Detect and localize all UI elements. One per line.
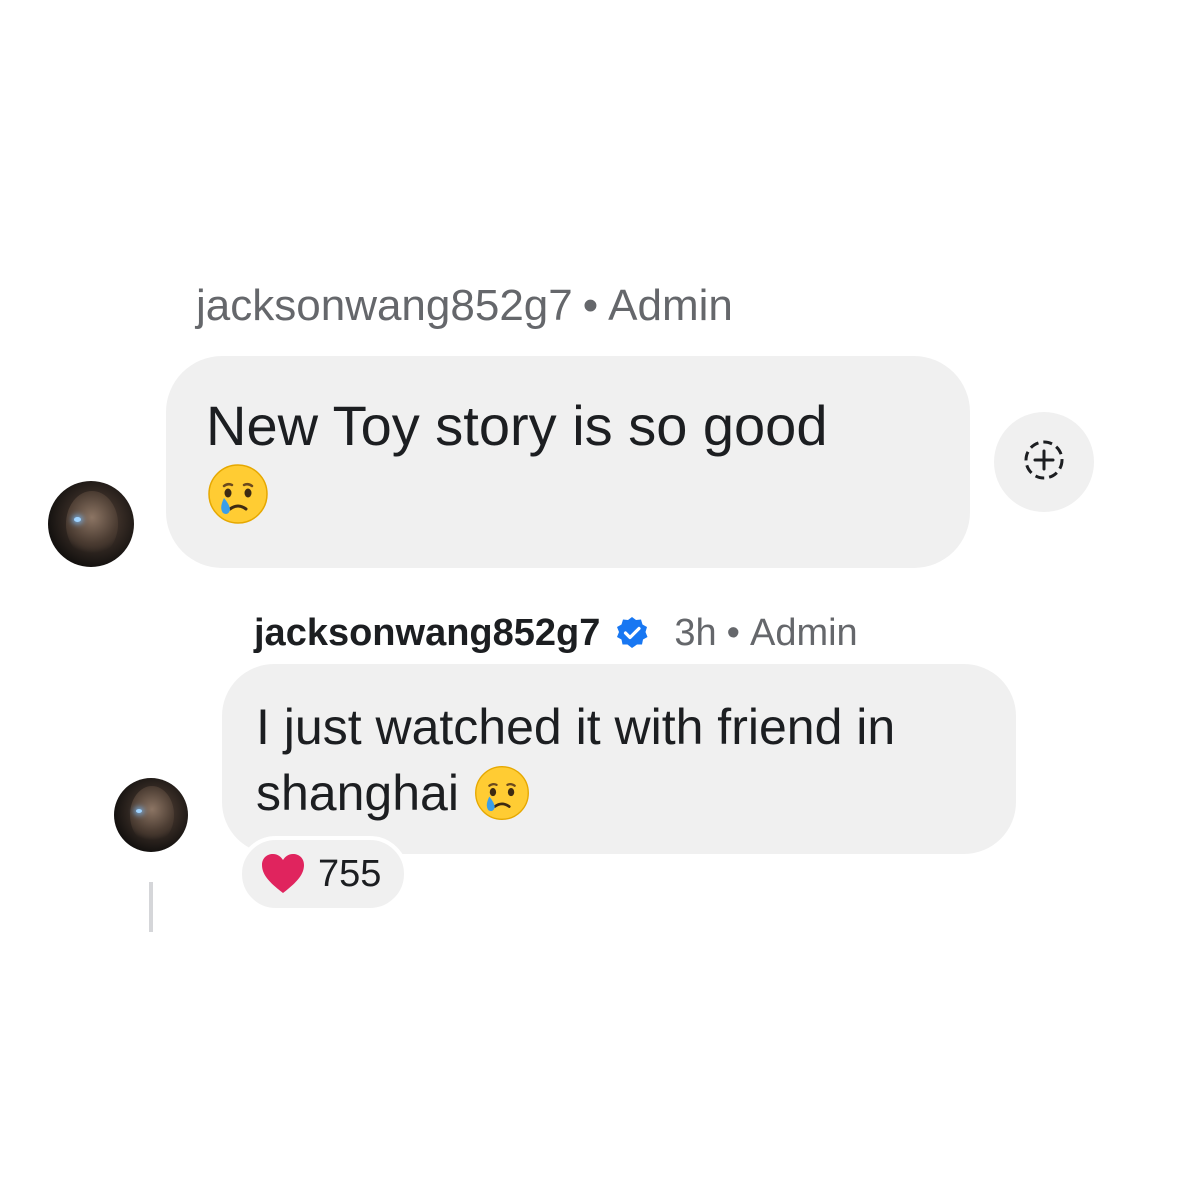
- reply-separator: •: [726, 611, 740, 654]
- thread-line: [149, 882, 153, 932]
- add-reaction-button[interactable]: [994, 412, 1094, 512]
- reaction-count: 755: [318, 852, 382, 895]
- reply-bubble[interactable]: I just watched it with friend in shangha…: [222, 664, 1016, 854]
- reply-text-line1: I just watched it with friend in: [256, 699, 896, 755]
- crying-face-icon: [473, 764, 531, 822]
- add-reaction-icon: [1019, 435, 1069, 490]
- comment-header: jacksonwang852g7 • Admin: [196, 280, 733, 332]
- comment-bubble[interactable]: New Toy story is so good: [166, 356, 970, 568]
- reply-text-line2: shanghai: [256, 765, 459, 821]
- comment-role: Admin: [608, 281, 733, 330]
- heart-icon: [260, 853, 306, 895]
- crying-face-icon: [206, 462, 270, 531]
- comment-separator: •: [582, 281, 599, 330]
- reply-header: jacksonwang852g7 3h • Admin: [254, 608, 858, 658]
- reply-avatar[interactable]: [114, 778, 188, 852]
- verified-badge-icon: [614, 615, 650, 651]
- reply-username[interactable]: jacksonwang852g7: [254, 612, 600, 655]
- comment-username[interactable]: jacksonwang852g7: [196, 281, 573, 330]
- reaction-summary[interactable]: 755: [238, 836, 408, 912]
- reply-time: 3h: [674, 611, 717, 654]
- comment-text: New Toy story is so good: [206, 394, 828, 457]
- reply-role: Admin: [749, 611, 858, 654]
- comment-avatar[interactable]: [48, 481, 134, 567]
